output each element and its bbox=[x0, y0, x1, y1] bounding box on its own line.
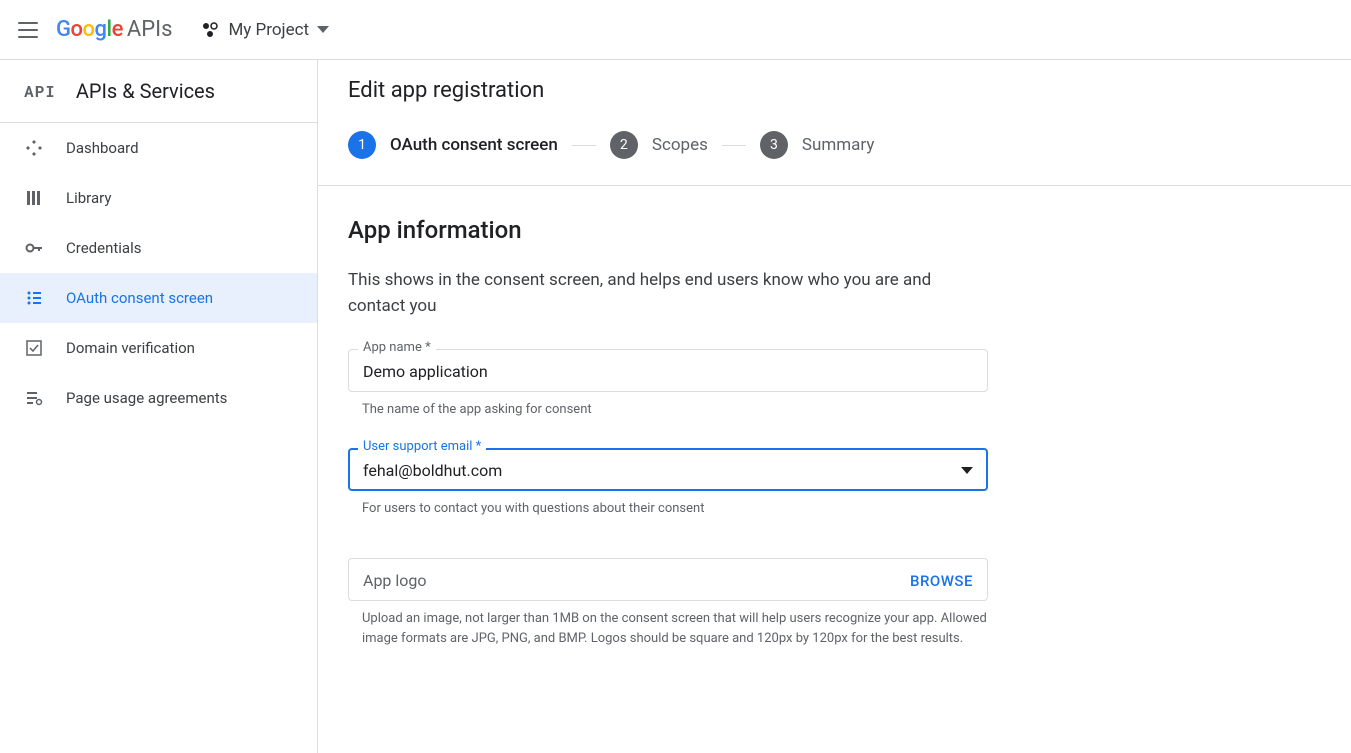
settings-list-icon bbox=[24, 388, 44, 408]
dashboard-icon bbox=[24, 138, 44, 158]
sidebar-item-library[interactable]: Library bbox=[0, 173, 317, 223]
google-apis-logo[interactable]: Google APIs bbox=[56, 17, 172, 42]
sidebar-item-label: Dashboard bbox=[66, 139, 139, 157]
field-label: User support email * bbox=[358, 439, 486, 454]
key-icon bbox=[24, 238, 44, 258]
sidebar-item-label: Domain verification bbox=[66, 339, 195, 357]
browse-button[interactable]: BROWSE bbox=[910, 572, 973, 590]
chevron-down-icon bbox=[317, 26, 329, 33]
support-email-field[interactable]: User support email * fehal@boldhut.com F… bbox=[348, 448, 988, 519]
api-icon: API bbox=[24, 81, 56, 102]
step-summary[interactable]: 3 Summary bbox=[760, 131, 874, 159]
page-title: Edit app registration bbox=[348, 78, 1321, 103]
sidebar-title: APIs & Services bbox=[76, 79, 215, 103]
project-name: My Project bbox=[228, 20, 309, 40]
field-hint: The name of the app asking for consent bbox=[348, 400, 988, 420]
step-number: 3 bbox=[760, 131, 788, 159]
field-hint: For users to contact you with questions … bbox=[348, 499, 988, 519]
project-selector[interactable]: My Project bbox=[200, 20, 329, 40]
section-title: App information bbox=[348, 216, 1308, 244]
field-hint: Upload an image, not larger than 1MB on … bbox=[348, 609, 988, 648]
sidebar-item-dashboard[interactable]: Dashboard bbox=[0, 123, 317, 173]
sidebar-item-oauth-consent[interactable]: OAuth consent screen bbox=[0, 273, 317, 323]
logo-suffix: APIs bbox=[127, 17, 173, 42]
sidebar: API APIs & Services Dashboard Library Cr… bbox=[0, 60, 318, 753]
step-label: Summary bbox=[802, 135, 874, 155]
step-divider bbox=[722, 145, 746, 146]
support-email-select[interactable]: fehal@boldhut.com bbox=[363, 461, 961, 480]
app-logo-placeholder: App logo bbox=[363, 571, 427, 590]
sidebar-item-credentials[interactable]: Credentials bbox=[0, 223, 317, 273]
check-box-icon bbox=[24, 338, 44, 358]
library-icon bbox=[24, 188, 44, 208]
section-description: This shows in the consent screen, and he… bbox=[348, 268, 988, 319]
menu-icon[interactable] bbox=[16, 18, 40, 42]
step-number: 1 bbox=[348, 131, 376, 159]
consent-icon bbox=[24, 288, 44, 308]
step-divider bbox=[572, 145, 596, 146]
sidebar-item-label: Page usage agreements bbox=[66, 389, 227, 407]
sidebar-item-page-usage[interactable]: Page usage agreements bbox=[0, 373, 317, 423]
app-logo-field[interactable]: App logo BROWSE Upload an image, not lar… bbox=[348, 558, 988, 648]
top-bar: Google APIs My Project bbox=[0, 0, 1351, 60]
sidebar-item-label: OAuth consent screen bbox=[66, 289, 213, 307]
step-oauth-consent[interactable]: 1 OAuth consent screen bbox=[348, 131, 558, 159]
stepper: 1 OAuth consent screen 2 Scopes 3 Summar… bbox=[348, 131, 1321, 159]
sidebar-item-label: Library bbox=[66, 189, 111, 207]
app-name-field[interactable]: App name * Demo application The name of … bbox=[348, 349, 988, 420]
app-name-input[interactable]: Demo application bbox=[363, 362, 973, 381]
sidebar-header[interactable]: API APIs & Services bbox=[0, 60, 317, 123]
step-scopes[interactable]: 2 Scopes bbox=[610, 131, 708, 159]
step-label: OAuth consent screen bbox=[390, 135, 558, 155]
step-number: 2 bbox=[610, 131, 638, 159]
step-label: Scopes bbox=[652, 135, 708, 155]
content: Edit app registration 1 OAuth consent sc… bbox=[318, 60, 1351, 753]
sidebar-item-label: Credentials bbox=[66, 239, 141, 257]
sidebar-item-domain-verification[interactable]: Domain verification bbox=[0, 323, 317, 373]
project-icon bbox=[200, 20, 220, 40]
chevron-down-icon bbox=[961, 467, 973, 474]
field-label: App name * bbox=[358, 340, 436, 355]
